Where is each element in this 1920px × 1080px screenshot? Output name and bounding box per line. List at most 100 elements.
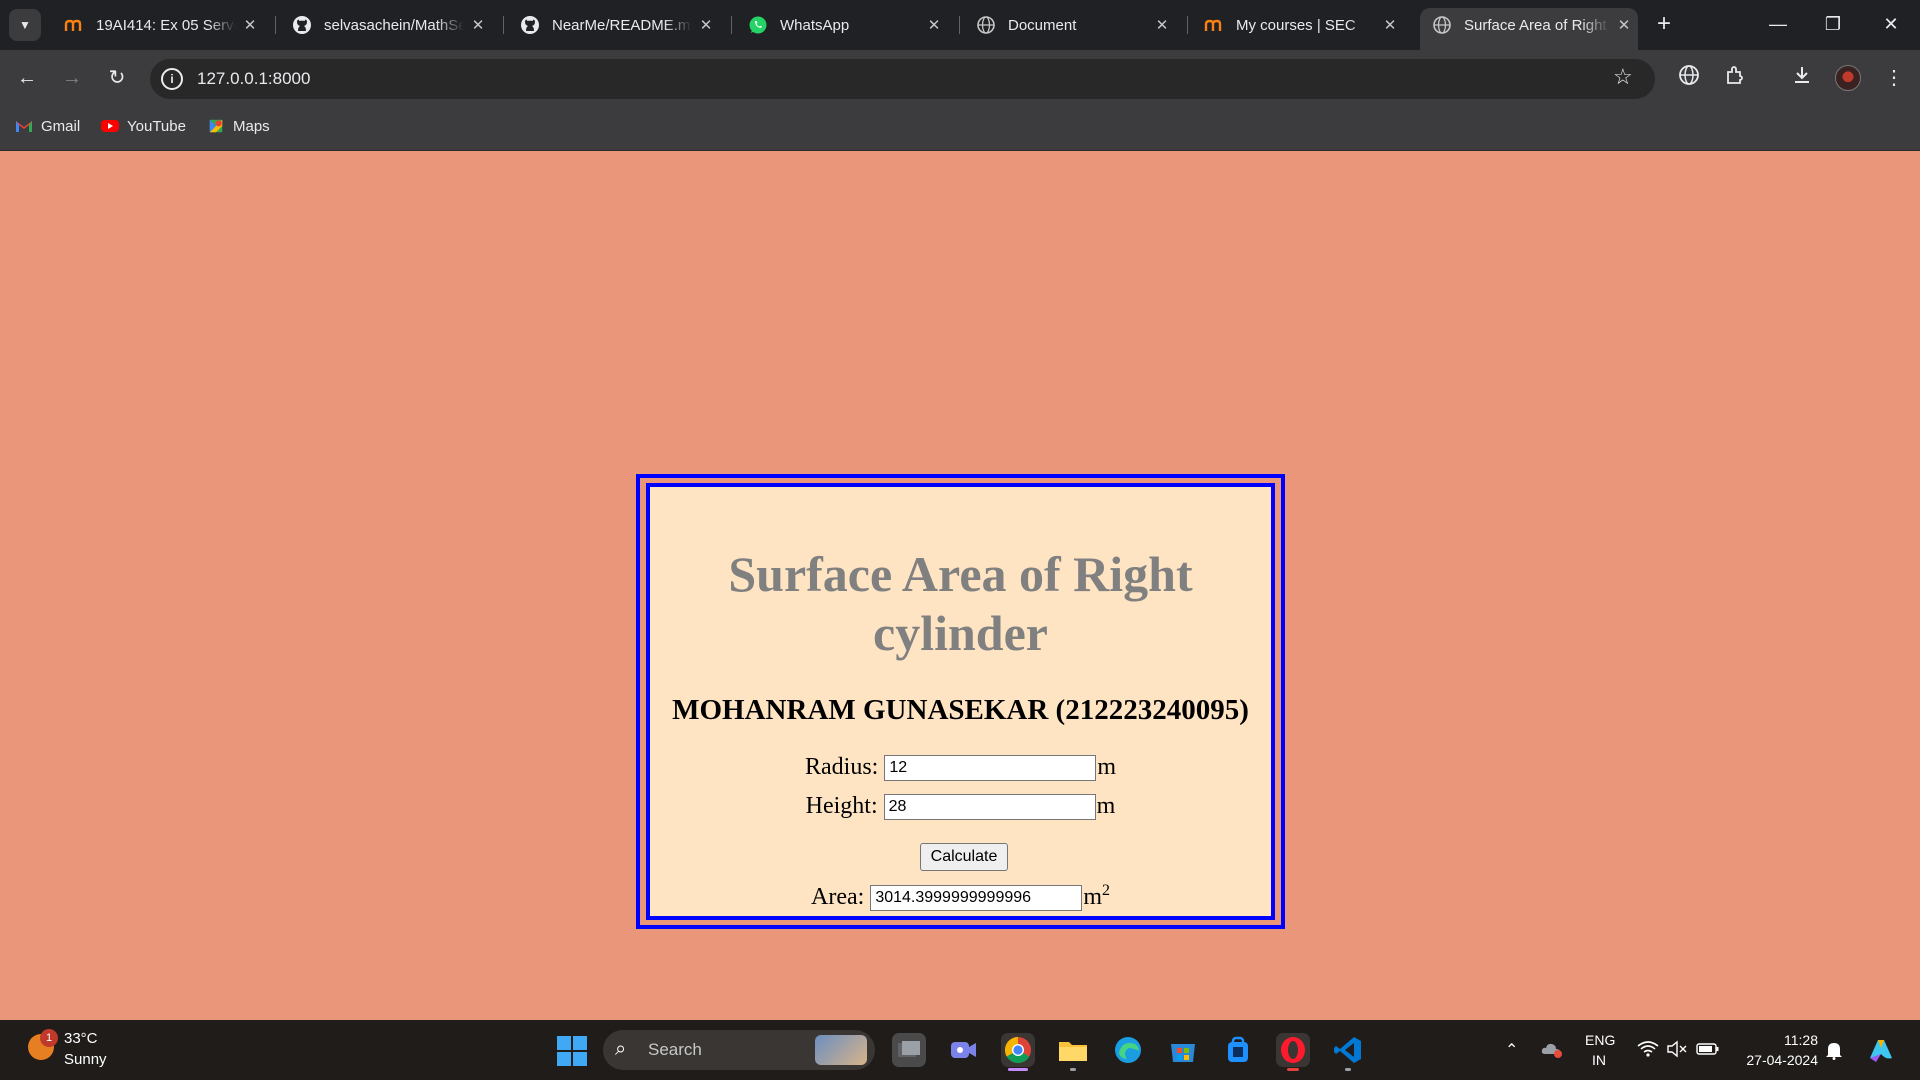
bookmark-star-icon[interactable]: ☆ [1613,64,1633,90]
opera-indicator [1287,1068,1299,1071]
height-label: Height: [805,793,878,819]
tab-divider [503,16,504,34]
tab-divider [959,16,960,34]
tab-ex05-server[interactable]: 19AI414: Ex 05 Server ✕ [52,8,264,42]
back-button[interactable]: ← [11,62,43,94]
github-icon [292,15,312,35]
weather-temperature[interactable]: 33°C [64,1030,98,1047]
notification-bell-icon[interactable] [1825,1040,1843,1065]
vscode-icon[interactable] [1331,1033,1365,1067]
area-row: Area: m2 [650,882,1271,912]
close-icon[interactable]: ✕ [1376,16,1404,34]
calculate-button[interactable]: Calculate [920,843,1008,871]
reload-button[interactable]: ↻ [101,62,133,94]
radius-unit: m [1097,754,1116,780]
volume-muted-icon[interactable] [1666,1040,1688,1063]
site-info-icon[interactable]: i [161,68,183,90]
new-tab-button[interactable]: + [1649,9,1679,39]
tab-title: NearMe/README.md [552,16,692,34]
arrow-right-icon: → [62,67,82,89]
taskbar-time[interactable]: 11:28 [1778,1032,1818,1048]
minimize-button[interactable]: — [1758,9,1798,39]
chevron-up-icon[interactable]: ⌃ [1505,1040,1518,1060]
close-icon[interactable]: ✕ [464,16,492,34]
restore-icon: ❐ [1824,14,1842,34]
close-icon: ✕ [1883,14,1899,34]
forward-button[interactable]: → [56,62,88,94]
close-icon[interactable]: ✕ [236,16,264,34]
tab-divider [731,16,732,34]
tab-whatsapp[interactable]: WhatsApp ✕ [736,8,948,42]
close-icon[interactable]: ✕ [692,16,720,34]
tab-title: Surface Area of Right [1464,16,1607,34]
bookmark-label: Gmail [41,117,81,135]
plus-icon: + [1656,10,1671,37]
area-unit-exponent: 2 [1101,882,1110,899]
extensions-icon[interactable] [1721,64,1749,92]
radius-input[interactable] [884,755,1097,782]
close-icon[interactable]: ✕ [1148,16,1176,34]
address-bar-url[interactable]: 127.0.0.1:8000 [197,69,310,89]
moodle-icon [64,15,84,35]
tab-title: My courses | SEC [1236,16,1356,34]
maps-icon [209,119,223,133]
tab-my-courses[interactable]: My courses | SEC ✕ [1192,8,1404,42]
tab-document[interactable]: Document ✕ [964,8,1176,42]
explorer-indicator [1070,1068,1076,1071]
tab-search-button[interactable]: ▼ [9,9,41,41]
calculator-box: Surface Area of Right cylinder MOHANRAM … [636,474,1285,929]
file-explorer-icon[interactable] [1056,1033,1090,1067]
weather-condition[interactable]: Sunny [64,1051,107,1068]
battery-icon[interactable] [1696,1040,1720,1063]
taskbar-date[interactable]: 27-04-2024 [1738,1052,1818,1068]
address-bar[interactable] [150,59,1655,99]
bag-app-icon[interactable] [1221,1033,1255,1067]
task-view-icon[interactable] [892,1033,926,1067]
translate-globe-icon[interactable] [1675,64,1703,92]
onedrive-icon[interactable] [1540,1040,1564,1063]
language-indicator[interactable]: ENG [1585,1032,1615,1048]
page-title: Surface Area of Right cylinder [728,546,1193,661]
bookmark-label: Maps [233,117,270,135]
github-icon [520,15,540,35]
wifi-icon[interactable] [1637,1040,1659,1063]
globe-icon [1432,15,1452,35]
calculator-inner-box: Surface Area of Right cylinder MOHANRAM … [646,483,1275,920]
close-icon[interactable]: ✕ [920,16,948,34]
tab-mathserver[interactable]: selvasachein/MathServer ✕ [280,8,492,42]
tab-nearme-readme[interactable]: NearMe/README.md ✕ [508,8,720,42]
language-region[interactable]: IN [1592,1052,1606,1068]
bookmark-youtube[interactable]: YouTube [101,116,186,136]
height-unit: m [1096,793,1116,819]
opera-icon[interactable] [1276,1033,1310,1067]
copilot-icon[interactable] [1866,1036,1896,1069]
area-output[interactable] [870,885,1083,912]
microsoft-store-icon[interactable] [1166,1033,1200,1067]
taskbar-search-label: Search [648,1040,702,1059]
download-icon[interactable] [1788,64,1816,92]
bookmarks-bar [0,107,1920,151]
bookmark-maps[interactable]: Maps [207,116,270,136]
author-heading: MOHANRAM GUNASEKAR (212223240095) [672,694,1249,726]
tab-divider [275,16,276,34]
vscode-indicator [1345,1068,1351,1071]
profile-avatar[interactable] [1835,65,1861,91]
more-menu-icon[interactable]: ⋮ [1880,64,1908,92]
chrome-active-indicator [1008,1068,1028,1071]
close-icon[interactable]: ✕ [1610,16,1638,34]
chrome-icon[interactable] [1001,1033,1035,1067]
tab-title: Document [1008,16,1077,34]
reload-icon: ↻ [108,67,126,89]
tab-surface-area-active[interactable]: Surface Area of Right ✕ [1420,8,1638,50]
minimize-icon: — [1769,14,1787,34]
teams-meet-icon[interactable] [946,1033,980,1067]
search-highlight-image [815,1035,867,1065]
windows-start-icon[interactable] [557,1036,587,1066]
edge-icon[interactable] [1111,1033,1145,1067]
search-icon: ⌕ [615,1038,627,1060]
close-window-button[interactable]: ✕ [1871,9,1911,39]
height-input[interactable] [883,794,1096,821]
radius-label: Radius: [804,754,879,780]
restore-button[interactable]: ❐ [1813,9,1853,39]
bookmark-gmail[interactable]: Gmail [15,116,80,136]
